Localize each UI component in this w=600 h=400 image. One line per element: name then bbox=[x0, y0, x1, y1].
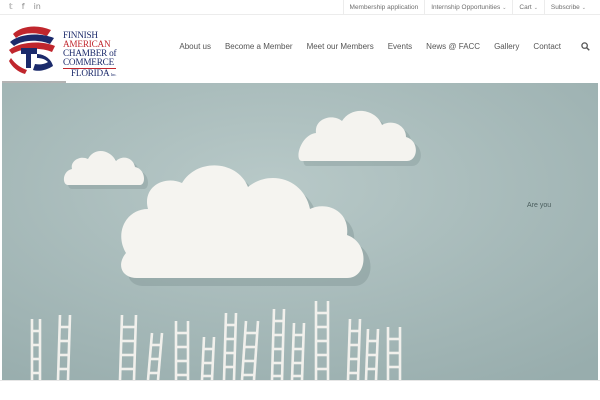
hero-caption: Are you bbox=[527, 202, 552, 209]
linkedin-icon[interactable]: in bbox=[34, 2, 41, 12]
cart-menu[interactable]: Cart ⌄ bbox=[512, 0, 543, 15]
nav-item-meet-our-members[interactable]: Meet our Members bbox=[300, 42, 381, 51]
nav-item-contact[interactable]: Contact bbox=[526, 42, 568, 51]
link-label: Cart bbox=[519, 4, 532, 11]
site-logo[interactable]: FINNISH AMERICAN CHAMBER of COMMERCE FLO… bbox=[7, 22, 133, 80]
nav-item-news[interactable]: News @ FACC bbox=[419, 42, 487, 51]
nav-item-gallery[interactable]: Gallery bbox=[487, 42, 526, 51]
divider bbox=[0, 380, 600, 381]
search-icon bbox=[581, 42, 590, 51]
logo-emblem-icon bbox=[9, 26, 55, 74]
logo-line: FLORIDA bbox=[71, 68, 109, 78]
twitter-icon[interactable]: 𝕥 bbox=[9, 2, 13, 12]
hero-slider[interactable] bbox=[2, 83, 598, 380]
logo-wordmark: FINNISH AMERICAN CHAMBER of COMMERCE FLO… bbox=[63, 30, 117, 79]
nav-item-events[interactable]: Events bbox=[381, 42, 419, 51]
logo-inc: Inc. bbox=[111, 72, 117, 77]
chevron-down-icon: ⌄ bbox=[581, 5, 586, 11]
membership-application-link[interactable]: Membership application bbox=[342, 0, 425, 15]
link-label: Membership application bbox=[349, 4, 419, 11]
site-header: FINNISH AMERICAN CHAMBER of COMMERCE FLO… bbox=[0, 15, 600, 81]
social-links: 𝕥 f in bbox=[9, 2, 41, 12]
chevron-down-icon: ⌄ bbox=[533, 5, 538, 11]
hero-image bbox=[2, 83, 598, 380]
nav-item-about-us[interactable]: About us bbox=[172, 42, 218, 51]
link-label: Internship Opportunities bbox=[431, 4, 501, 11]
facebook-icon[interactable]: f bbox=[22, 2, 25, 12]
top-bar: 𝕥 f in Membership application Internship… bbox=[0, 0, 600, 15]
chevron-down-icon: ⌄ bbox=[502, 5, 507, 11]
link-label: Subscribe bbox=[550, 4, 580, 11]
main-nav: About us Become a Member Meet our Member… bbox=[172, 42, 568, 51]
top-links: Membership application Internship Opport… bbox=[342, 0, 592, 15]
internship-opportunities-menu[interactable]: Internship Opportunities ⌄ bbox=[424, 0, 512, 15]
logo-line: COMMERCE bbox=[63, 57, 114, 67]
search-button[interactable] bbox=[581, 42, 590, 53]
subscribe-menu[interactable]: Subscribe ⌄ bbox=[543, 0, 592, 15]
nav-item-become-a-member[interactable]: Become a Member bbox=[218, 42, 300, 51]
